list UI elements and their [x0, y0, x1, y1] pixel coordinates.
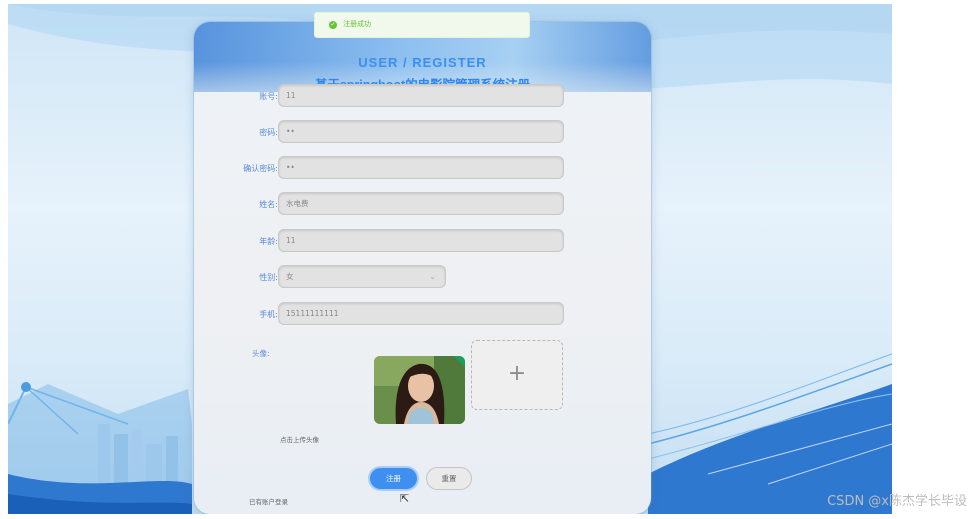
login-link[interactable]: 已有账户登录	[249, 496, 288, 506]
reset-button[interactable]: 重置	[427, 468, 471, 489]
name-row: 姓名: 水电费	[194, 193, 651, 217]
register-subtitle: USER / REGISTER	[358, 55, 487, 70]
avatar-photo	[374, 356, 465, 424]
confirm-password-label: 确认密码:	[243, 164, 278, 173]
background-stage: USER / REGISTER 基于springboot的电影院管理系统注册 账…	[8, 4, 892, 514]
gender-label: 性别:	[259, 273, 278, 282]
register-button[interactable]: 注册	[370, 468, 417, 489]
age-row: 年龄: 11	[194, 230, 651, 254]
confirm-password-input[interactable]: ••	[279, 157, 563, 178]
success-toast: ✓ 注册成功	[314, 12, 530, 38]
phone-input[interactable]: 15111111111	[279, 303, 563, 324]
password-row: 密码: ••	[194, 121, 651, 145]
phone-label: 手机:	[259, 310, 278, 319]
register-card: USER / REGISTER 基于springboot的电影院管理系统注册 账…	[194, 22, 651, 514]
age-label: 年龄:	[259, 237, 278, 246]
password-label: 密码:	[259, 128, 278, 137]
chevron-down-icon: ⌄	[429, 272, 436, 281]
mouse-cursor-icon: ⇱	[400, 492, 410, 505]
watermark: CSDN @x陈杰学长毕设	[827, 494, 967, 509]
avatar-label: 头像:	[252, 349, 270, 358]
toast-message: 注册成功	[343, 20, 371, 28]
confirm-password-row: 确认密码: ••	[194, 157, 651, 181]
upload-avatar-button[interactable]: +	[471, 340, 563, 410]
name-label: 姓名:	[259, 200, 278, 209]
account-label: 账号:	[259, 92, 278, 101]
age-input[interactable]: 11	[279, 230, 563, 251]
plus-icon: +	[507, 361, 527, 386]
phone-row: 手机: 15111111111	[194, 303, 651, 327]
gender-select-value: 女	[286, 272, 294, 281]
avatar-preview[interactable]	[374, 356, 465, 424]
name-input[interactable]: 水电费	[279, 193, 563, 214]
upload-hint: 点击上传头像	[280, 436, 319, 444]
check-circle-icon: ✓	[329, 21, 337, 29]
account-row: 账号: 11	[194, 85, 651, 109]
password-input[interactable]: ••	[279, 121, 563, 142]
gender-select[interactable]: 女 ⌄	[279, 266, 445, 287]
gender-row: 性别: 女 ⌄	[194, 266, 651, 290]
account-input[interactable]: 11	[279, 85, 563, 106]
